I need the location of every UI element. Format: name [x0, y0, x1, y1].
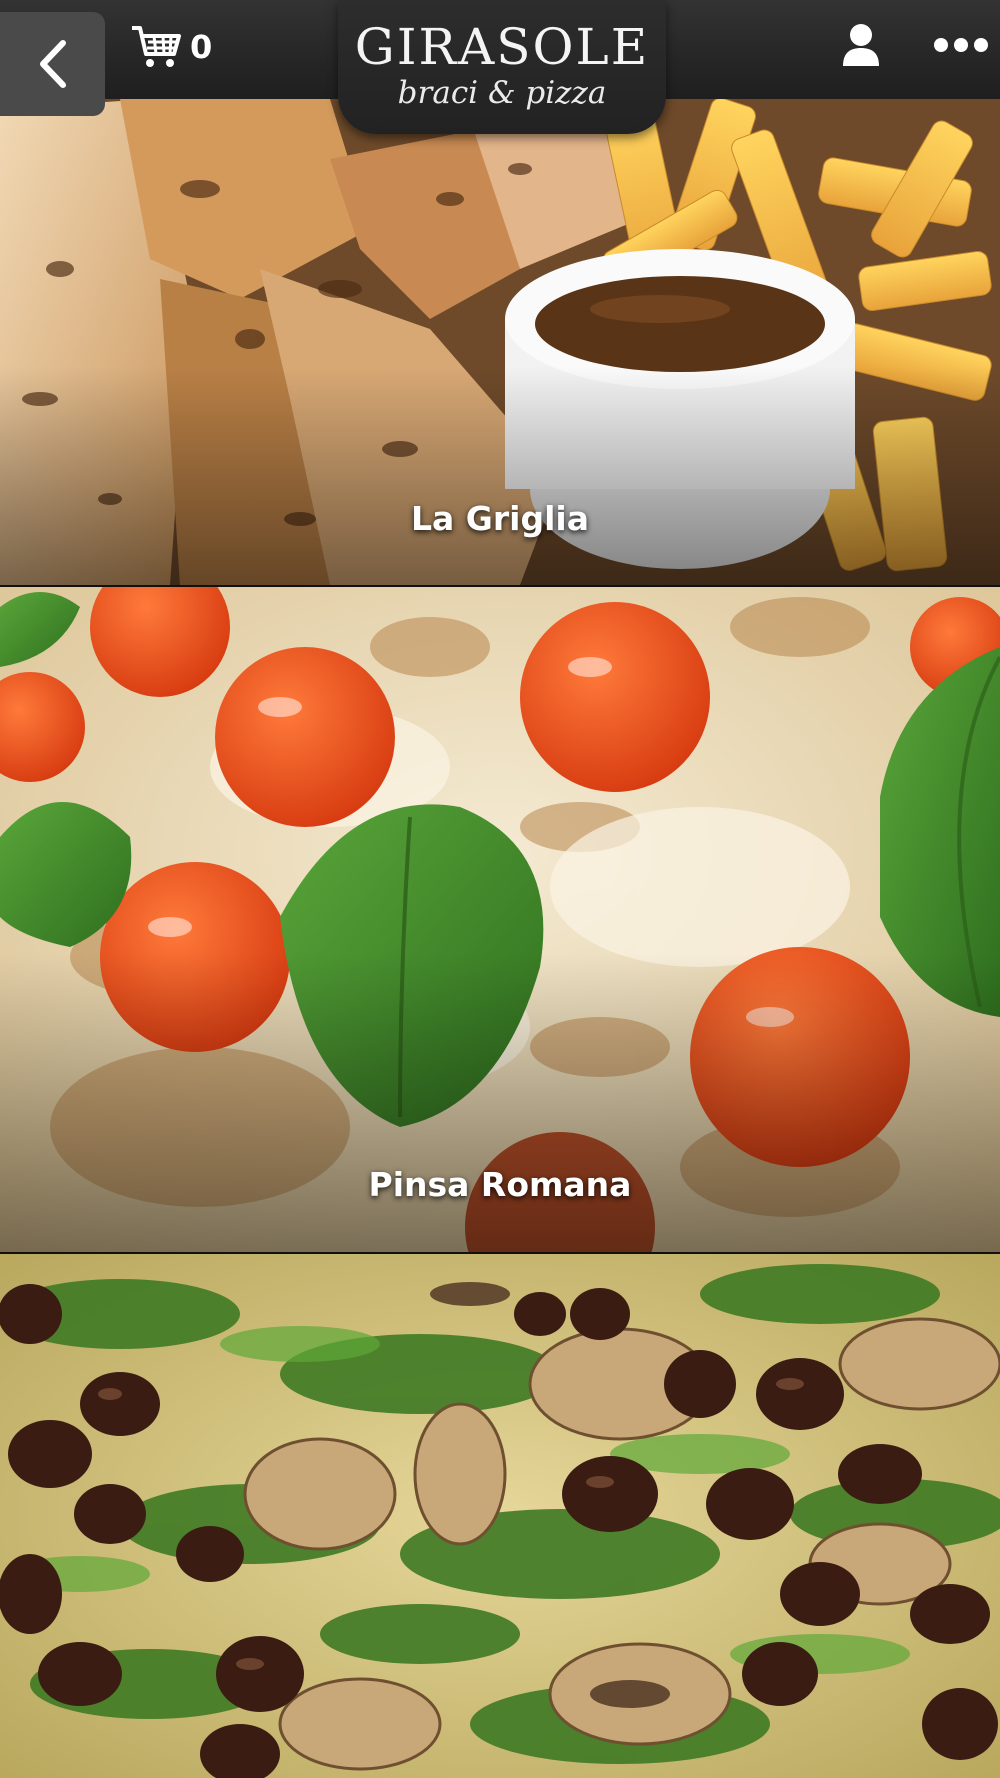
chevron-left-icon	[39, 40, 66, 88]
logo-name: GIRASOLE	[354, 18, 650, 76]
logo-tagline: braci & pizza	[397, 75, 607, 111]
category-label: La Griglia	[411, 499, 589, 538]
category-tile-pizza[interactable]	[0, 1254, 1000, 1778]
cart-count: 0	[190, 28, 213, 66]
category-tile-griglia[interactable]: La Griglia	[0, 99, 1000, 585]
back-button[interactable]	[0, 12, 105, 116]
category-label: Pinsa Romana	[368, 1165, 632, 1204]
tile-shade	[0, 952, 1000, 1252]
tile-shade	[0, 366, 1000, 585]
brand-logo[interactable]: GIRASOLE braci & pizza	[338, 0, 666, 134]
shopping-cart-icon	[132, 26, 181, 67]
pizza-photo	[0, 1254, 1000, 1778]
user-icon[interactable]	[840, 22, 882, 68]
category-tile-pinsa[interactable]: Pinsa Romana	[0, 587, 1000, 1252]
cart-button[interactable]: 0	[130, 22, 212, 72]
more-horizontal-icon[interactable]	[932, 36, 990, 54]
